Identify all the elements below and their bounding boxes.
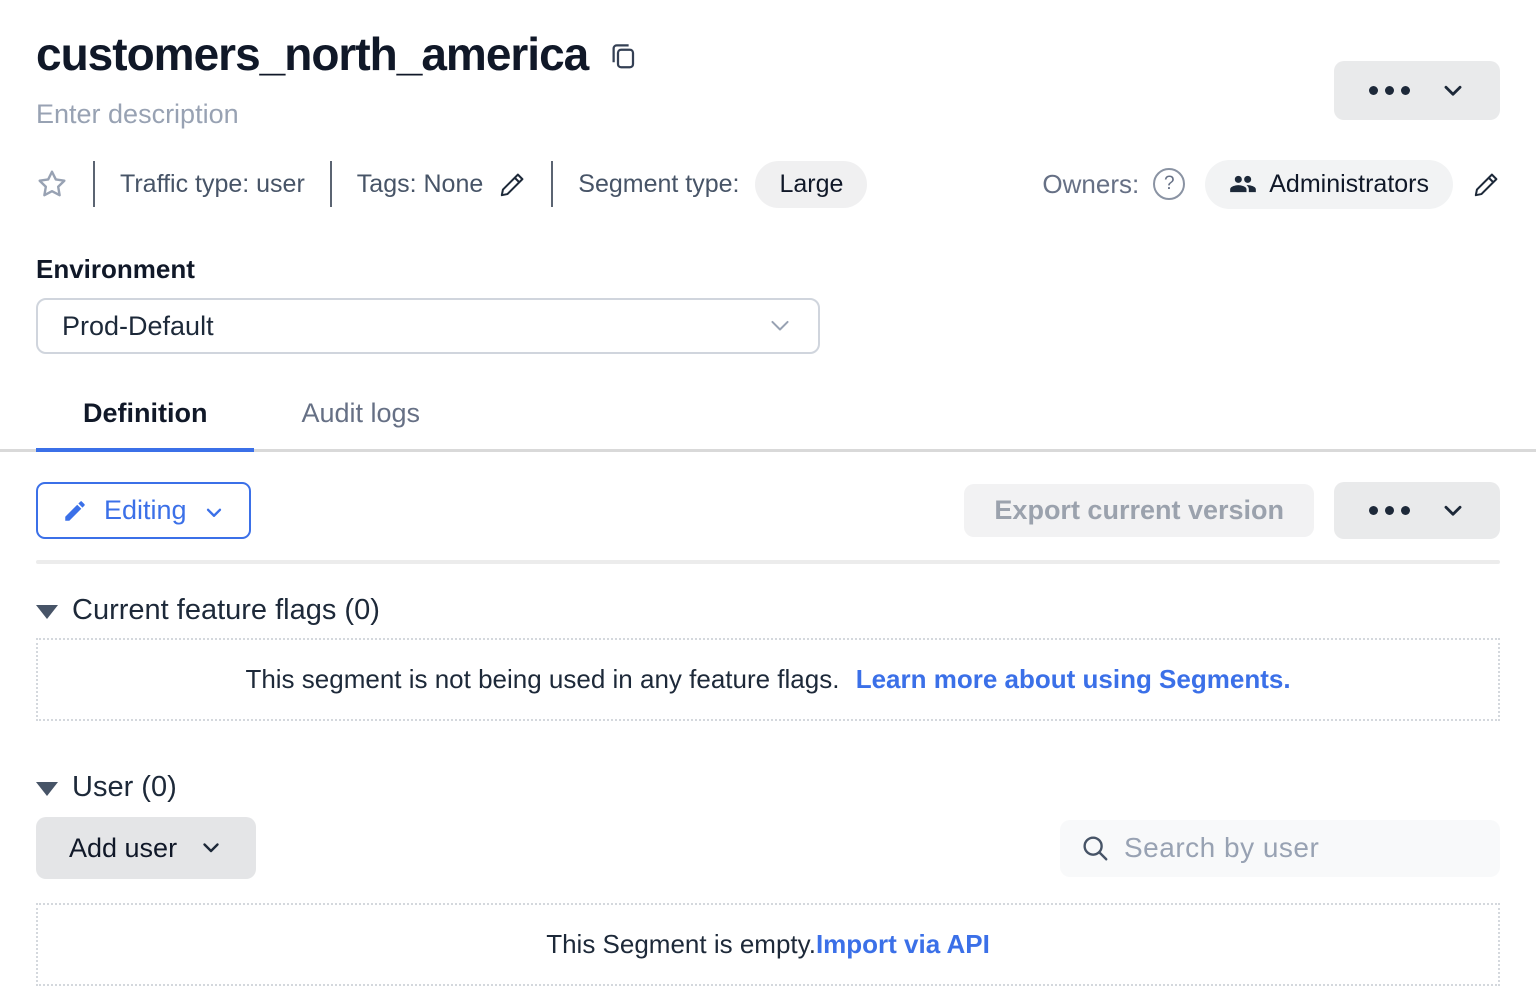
add-user-button[interactable]: Add user xyxy=(36,817,256,879)
feature-flags-section-title: Current feature flags (0) xyxy=(72,594,380,627)
user-section-title: User (0) xyxy=(72,771,177,804)
export-current-version-button[interactable]: Export current version xyxy=(964,484,1314,537)
user-search-box xyxy=(1060,820,1500,877)
editing-mode-button[interactable]: Editing xyxy=(36,482,251,539)
edit-owners-icon[interactable] xyxy=(1473,171,1500,198)
definition-more-actions-button[interactable] xyxy=(1334,482,1500,539)
tab-bar: Definition Audit logs xyxy=(0,398,1536,452)
chevron-down-icon xyxy=(1440,78,1466,104)
copy-icon[interactable] xyxy=(608,39,638,73)
chevron-down-icon xyxy=(1440,498,1466,524)
owners-badge[interactable]: Administrators xyxy=(1205,160,1453,209)
add-user-label: Add user xyxy=(69,833,177,864)
owners-value: Administrators xyxy=(1269,170,1429,199)
chevron-down-icon xyxy=(766,312,794,340)
feature-flags-empty-state: This segment is not being used in any fe… xyxy=(36,638,1500,721)
description-placeholder[interactable]: Enter description xyxy=(36,98,1500,130)
user-section-toggle[interactable]: User (0) xyxy=(36,771,1500,804)
environment-select[interactable]: Prod-Default xyxy=(36,298,820,354)
chevron-down-icon xyxy=(199,836,223,860)
segment-empty-text: This Segment is empty. xyxy=(546,929,816,959)
segment-type-label: Segment type: xyxy=(578,170,739,199)
collapse-triangle-icon xyxy=(36,782,58,796)
owners-label: Owners: xyxy=(1042,169,1139,200)
import-via-api-link[interactable]: Import via API xyxy=(816,929,990,959)
tags-label: Tags: None xyxy=(357,170,483,199)
divider xyxy=(330,161,332,207)
star-favorite-icon[interactable] xyxy=(36,168,68,200)
tab-audit-logs[interactable]: Audit logs xyxy=(254,398,467,449)
segment-detail-page: customers_north_america Enter descriptio… xyxy=(0,28,1536,986)
user-empty-state: This Segment is empty.Import via API xyxy=(36,903,1500,986)
environment-selected-value: Prod-Default xyxy=(62,311,214,342)
tab-definition[interactable]: Definition xyxy=(36,398,254,449)
feature-flags-section-toggle[interactable]: Current feature flags (0) xyxy=(36,594,1500,627)
page-title: customers_north_america xyxy=(36,28,588,80)
header-more-actions-button[interactable] xyxy=(1334,61,1500,120)
definition-toolbar: Editing Export current version xyxy=(36,482,1500,539)
divider xyxy=(36,560,1500,564)
collapse-triangle-icon xyxy=(36,605,58,619)
feature-flags-empty-text: This segment is not being used in any fe… xyxy=(245,664,839,694)
owners-help-icon[interactable]: ? xyxy=(1153,168,1185,200)
ellipsis-icon xyxy=(1369,86,1410,95)
learn-more-segments-link[interactable]: Learn more about using Segments. xyxy=(856,664,1291,694)
pencil-icon xyxy=(62,498,88,524)
divider xyxy=(93,161,95,207)
user-controls-row: Add user xyxy=(36,817,1500,879)
chevron-down-icon xyxy=(203,500,225,522)
traffic-type-label: Traffic type: user xyxy=(120,170,305,199)
segment-type-badge: Large xyxy=(755,161,867,208)
search-by-user-input[interactable] xyxy=(1124,832,1480,864)
meta-row: Traffic type: user Tags: None Segment ty… xyxy=(36,160,1500,208)
environment-label: Environment xyxy=(36,254,1500,285)
divider xyxy=(551,161,553,207)
edit-tags-icon[interactable] xyxy=(499,171,526,198)
people-icon xyxy=(1229,170,1257,198)
search-icon xyxy=(1080,833,1110,863)
ellipsis-icon xyxy=(1369,506,1410,515)
title-row: customers_north_america xyxy=(36,28,1500,80)
editing-label: Editing xyxy=(104,495,187,526)
